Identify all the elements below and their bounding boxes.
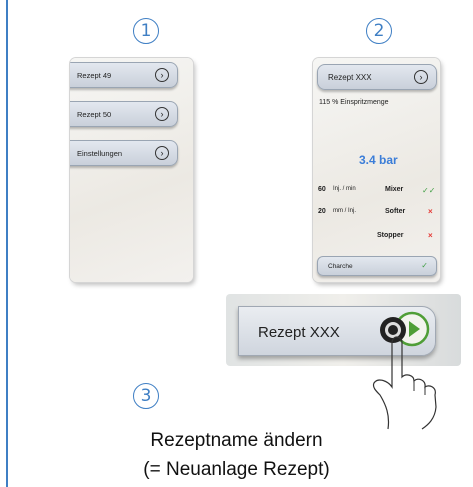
mixer-status-check-icon: ✓✓ (422, 186, 436, 195)
recipe-header-label: Rezept XXX (328, 72, 372, 82)
caption-rename-recipe: Rezeptname ändern (150, 430, 323, 451)
screen-recipe-detail: Rezept XXX › 115 % Einspritzmenge 3.4 ba… (313, 58, 440, 282)
stopper-label: Stopper (377, 232, 404, 239)
charge-label: Charche (328, 262, 353, 270)
charge-footer-button[interactable]: Charche ✓ (317, 256, 437, 276)
rate-unit: Inj. / min (333, 186, 356, 192)
step-number-3: 3 (133, 383, 159, 409)
menu-item-einstellungen[interactable]: Einstellungen › (70, 140, 178, 166)
pressure-value: 3.4 bar (359, 153, 398, 167)
chevron-right-icon: › (155, 68, 169, 82)
step-number-2-text: 2 (373, 21, 385, 41)
step-number-2: 2 (366, 18, 392, 44)
step-number-1: 1 (133, 18, 159, 44)
softer-status-cross-icon: × (428, 207, 433, 216)
stroke-unit: mm / Inj. (333, 208, 357, 214)
chevron-right-icon: › (155, 107, 169, 121)
recipe-header-button[interactable]: Rezept XXX › (317, 64, 437, 90)
caption-new-recipe: (= Neuanlage Rezept) (143, 459, 330, 480)
stroke-value: 20 (318, 208, 326, 215)
menu-item-rezept-50[interactable]: Rezept 50 › (70, 101, 178, 127)
softer-label: Softer (385, 208, 406, 215)
mixer-label: Mixer (385, 186, 404, 193)
menu-item-label: Rezept 50 (77, 109, 112, 119)
chevron-right-icon: › (155, 146, 169, 160)
injection-amount-text: 115 % Einspritzmenge (319, 99, 389, 106)
step-number-1-text: 1 (140, 21, 152, 41)
rate-value: 60 (318, 186, 326, 193)
stopper-status-cross-icon: × (428, 231, 433, 240)
screen-recipe-list: Rezept 49 › Rezept 50 › Einstellungen › (70, 58, 193, 282)
menu-item-label: Rezept 49 (77, 70, 112, 80)
step-number-3-text: 3 (140, 386, 152, 406)
menu-item-rezept-49[interactable]: Rezept 49 › (70, 62, 178, 88)
chevron-right-icon: › (414, 70, 428, 84)
pointing-hand-icon (372, 336, 437, 430)
menu-item-label: Einstellungen (77, 148, 123, 158)
left-border-line (6, 0, 8, 487)
charge-check-icon: ✓ (421, 261, 428, 270)
